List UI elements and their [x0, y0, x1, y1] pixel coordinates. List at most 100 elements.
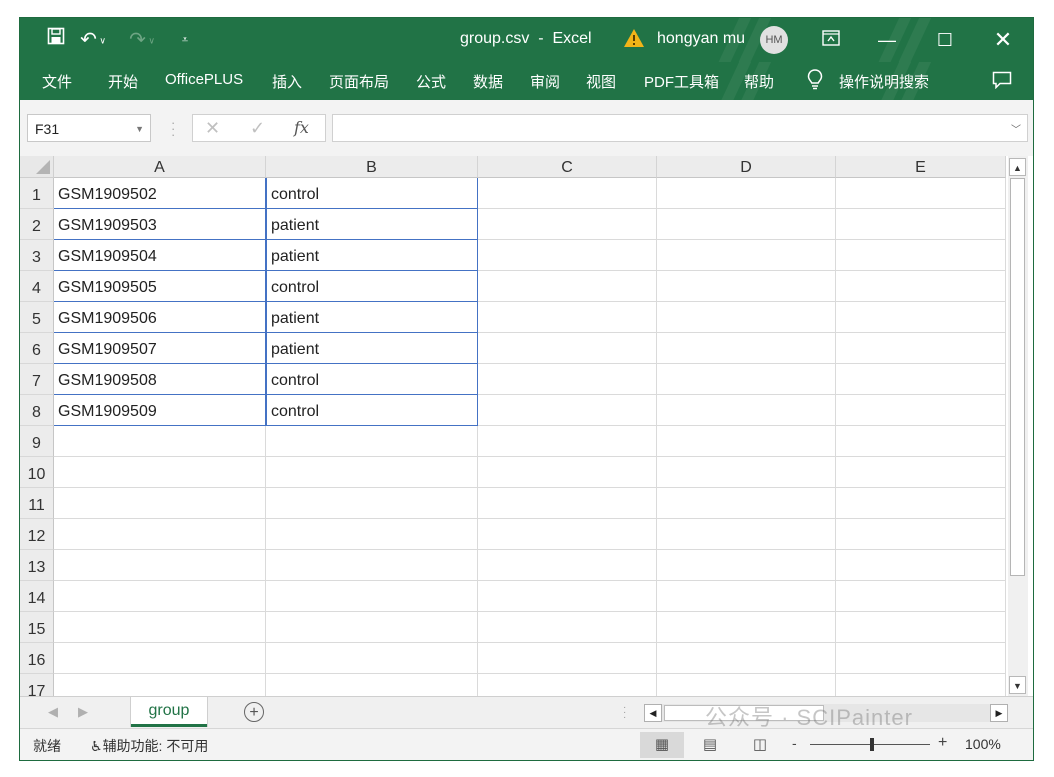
gridline-horizontal [54, 673, 1006, 674]
comments-icon[interactable] [992, 71, 1012, 93]
zoom-in-button[interactable]: + [938, 734, 947, 752]
insert-function-button[interactable]: fx [294, 115, 309, 141]
cancel-icon[interactable]: ✕ [205, 115, 220, 141]
page-break-icon: ◫ [752, 736, 768, 753]
zoom-slider-handle[interactable] [870, 738, 874, 751]
row-header-10[interactable]: 10 [20, 457, 54, 488]
tab-page-layout[interactable]: 页面布局 [329, 71, 389, 92]
row-header-5[interactable]: 5 [20, 302, 54, 333]
prev-sheet-icon[interactable]: ◀ [48, 704, 58, 720]
cell-b2[interactable]: patient [266, 209, 478, 240]
title-bar: ↶ ∨ ↷ ∨ ⩡ group.csv - Excel hongyan mu H… [20, 18, 1033, 100]
formula-bar-area: F31 ▼ · · · ✕ ✓ fx ﹀ [20, 100, 1033, 156]
customize-toolbar-icon[interactable]: ⩡ [176, 27, 194, 53]
cell-a4[interactable]: GSM1909505 [54, 271, 266, 302]
cell-b1[interactable]: control [266, 178, 478, 209]
sheet-tab-group[interactable]: group [131, 697, 207, 727]
maximize-icon[interactable]: ☐ [930, 26, 960, 54]
cell-b3[interactable]: patient [266, 240, 478, 271]
cell-a8[interactable]: GSM1909509 [54, 395, 266, 426]
row-header-16[interactable]: 16 [20, 643, 54, 674]
vertical-scroll-thumb[interactable] [1010, 178, 1025, 576]
row-header-3[interactable]: 3 [20, 240, 54, 271]
cell-a7[interactable]: GSM1909508 [54, 364, 266, 395]
accessibility-icon: ♿ [90, 738, 103, 754]
tab-splitter-icon[interactable]: · · · [623, 703, 626, 723]
tab-view[interactable]: 视图 [586, 71, 616, 92]
tab-home[interactable]: 开始 [108, 71, 138, 92]
cell-a3[interactable]: GSM1909504 [54, 240, 266, 271]
resize-handle-icon[interactable]: · · · [171, 116, 175, 141]
tab-review[interactable]: 审阅 [530, 71, 560, 92]
gridline-horizontal [54, 642, 1006, 643]
row-header-1[interactable]: 1 [20, 178, 54, 209]
row-header-7[interactable]: 7 [20, 364, 54, 395]
vertical-scrollbar[interactable]: ▲ ▼ [1008, 156, 1028, 696]
save-icon[interactable] [44, 27, 68, 53]
column-header-e[interactable]: E [836, 156, 1006, 178]
cell-a6[interactable]: GSM1909507 [54, 333, 266, 364]
row-header-2[interactable]: 2 [20, 209, 54, 240]
column-header-c[interactable]: C [478, 156, 657, 178]
page-break-view-button[interactable]: ◫ [738, 732, 782, 758]
tab-help[interactable]: 帮助 [744, 71, 774, 92]
worksheet-grid[interactable]: ▲ ▼ A B C D E 1 2 3 4 5 6 7 8 9 10 11 12 13 14 15 16 17 GSM190… [20, 156, 1033, 705]
tab-pdf-toolbox[interactable]: PDF工具箱 [644, 71, 719, 92]
undo-icon[interactable]: ↶ ∨ [78, 27, 108, 53]
tab-formulas[interactable]: 公式 [416, 71, 446, 92]
formula-input[interactable]: ﹀ [332, 114, 1028, 142]
ribbon-display-options-icon[interactable] [816, 26, 846, 54]
row-header-11[interactable]: 11 [20, 488, 54, 519]
page-layout-view-button[interactable]: ▤ [688, 732, 732, 758]
name-box[interactable]: F31 ▼ [27, 114, 151, 142]
column-header-d[interactable]: D [657, 156, 836, 178]
scroll-down-icon[interactable]: ▼ [1009, 676, 1026, 694]
cell-b7[interactable]: control [266, 364, 478, 395]
redo-icon[interactable]: ↷ ∨ [126, 27, 158, 53]
gridline-horizontal [54, 518, 1006, 519]
row-header-6[interactable]: 6 [20, 333, 54, 364]
cell-a1[interactable]: GSM1909502 [54, 178, 266, 209]
row-header-15[interactable]: 15 [20, 612, 54, 643]
cell-b8[interactable]: control [266, 395, 478, 426]
scroll-left-icon[interactable]: ◀ [644, 704, 662, 722]
cell-a5[interactable]: GSM1909506 [54, 302, 266, 333]
cell-b6[interactable]: patient [266, 333, 478, 364]
tab-data[interactable]: 数据 [473, 71, 503, 92]
enter-icon[interactable]: ✓ [250, 115, 265, 141]
add-sheet-icon[interactable]: + [244, 702, 264, 722]
gridline-horizontal [54, 456, 1006, 457]
normal-view-button[interactable]: ▦ [640, 732, 684, 758]
scroll-up-icon[interactable]: ▲ [1009, 158, 1026, 176]
cell-b5[interactable]: patient [266, 302, 478, 333]
status-ready: 就绪 [33, 738, 61, 754]
minimize-icon[interactable]: — [872, 26, 902, 54]
row-header-9[interactable]: 9 [20, 426, 54, 457]
tab-file[interactable]: 文件 [42, 71, 72, 92]
scroll-right-icon[interactable]: ▶ [990, 704, 1008, 722]
tell-me-search[interactable]: 操作说明搜索 [839, 71, 929, 92]
row-header-13[interactable]: 13 [20, 550, 54, 581]
select-all-button[interactable] [20, 156, 54, 178]
cell-a2[interactable]: GSM1909503 [54, 209, 266, 240]
zoom-level[interactable]: 100% [965, 736, 1001, 752]
chevron-down-icon[interactable]: ▼ [135, 115, 144, 143]
row-header-12[interactable]: 12 [20, 519, 54, 550]
tab-insert[interactable]: 插入 [272, 71, 302, 92]
accessibility-status[interactable]: ♿辅助功能: 不可用 [90, 736, 208, 756]
row-header-8[interactable]: 8 [20, 395, 54, 426]
row-header-4[interactable]: 4 [20, 271, 54, 302]
cell-b4[interactable]: control [266, 271, 478, 302]
column-header-b[interactable]: B [266, 156, 478, 178]
zoom-out-button[interactable]: - [792, 735, 797, 751]
expand-formula-icon[interactable]: ﹀ [1011, 121, 1021, 136]
close-icon[interactable]: ✕ [988, 26, 1018, 54]
tab-officeplus[interactable]: OfficePLUS [165, 71, 243, 88]
row-header-14[interactable]: 14 [20, 581, 54, 612]
avatar[interactable]: HM [760, 26, 788, 54]
column-header-a[interactable]: A [54, 156, 266, 178]
next-sheet-icon[interactable]: ▶ [78, 704, 88, 720]
lightbulb-icon[interactable] [807, 68, 823, 94]
user-name[interactable]: hongyan mu [657, 30, 745, 48]
warning-icon[interactable] [623, 28, 645, 52]
